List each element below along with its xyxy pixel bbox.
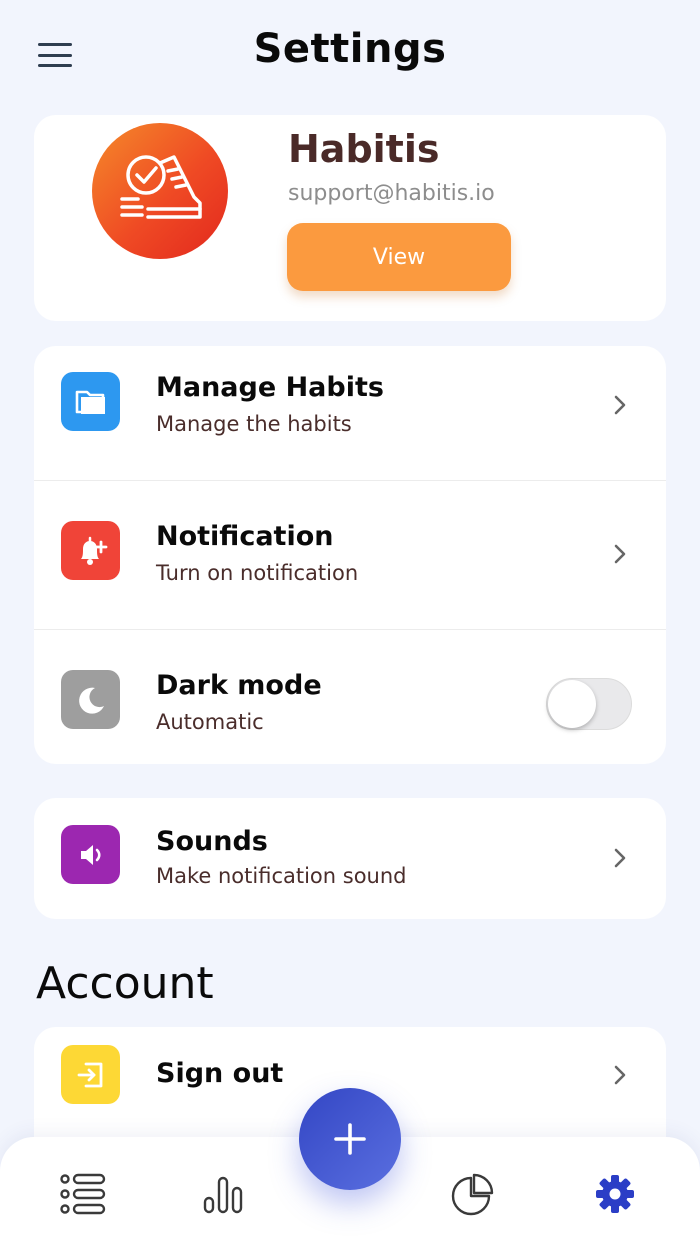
bell-plus-icon: [61, 521, 120, 580]
bar-chart-icon: [203, 1176, 243, 1214]
pie-chart-icon: [451, 1173, 494, 1216]
settings-item-subtitle: Turn on notification: [156, 561, 359, 585]
nav-reports-button[interactable]: [448, 1169, 498, 1219]
sign-out-icon: [61, 1045, 120, 1104]
toggle-knob: [548, 680, 596, 728]
settings-item-dark-mode: Dark mode Automatic: [34, 629, 666, 761]
settings-item-subtitle: Manage the habits: [156, 412, 352, 436]
settings-item-subtitle: Make notification sound: [156, 864, 407, 888]
moon-icon: [61, 670, 120, 729]
plus-icon: [334, 1123, 366, 1155]
settings-item-title: Sounds: [156, 826, 268, 857]
chevron-right-icon: [614, 848, 626, 868]
account-section-title: Account: [36, 958, 214, 1009]
settings-item-manage-habits[interactable]: Manage Habits Manage the habits: [34, 346, 666, 478]
header: Settings: [0, 0, 700, 108]
dark-mode-toggle[interactable]: [546, 678, 632, 730]
nav-stats-button[interactable]: [198, 1169, 248, 1219]
profile-email: support@habitis.io: [288, 181, 495, 206]
app-logo: [92, 123, 228, 259]
profile-name: Habitis: [288, 127, 440, 171]
settings-item-title: Manage Habits: [156, 372, 384, 403]
running-shoe-icon: [120, 155, 202, 219]
settings-item-sounds[interactable]: Sounds Make notification sound: [34, 798, 666, 919]
page-title: Settings: [253, 26, 447, 72]
nav-settings-button[interactable]: [590, 1169, 640, 1219]
nav-list-button[interactable]: [58, 1169, 108, 1219]
settings-item-title: Notification: [156, 521, 334, 552]
gear-icon: [596, 1175, 634, 1213]
chevron-right-icon: [614, 1065, 626, 1085]
settings-item-title: Sign out: [156, 1058, 284, 1089]
list-icon: [60, 1173, 106, 1215]
settings-item-notification[interactable]: Notification Turn on notification: [34, 480, 666, 612]
sounds-card: Sounds Make notification sound: [34, 798, 666, 919]
settings-item-subtitle: Automatic: [156, 710, 264, 734]
view-profile-button[interactable]: View: [287, 223, 511, 291]
folder-icon: [61, 372, 120, 431]
settings-item-title: Dark mode: [156, 670, 322, 701]
chevron-right-icon: [614, 395, 626, 415]
add-habit-button[interactable]: [299, 1088, 401, 1190]
chevron-right-icon: [614, 544, 626, 564]
profile-card: Habitis support@habitis.io View: [34, 115, 666, 321]
speaker-icon: [61, 825, 120, 884]
settings-list: Manage Habits Manage the habits Notifica…: [34, 346, 666, 764]
